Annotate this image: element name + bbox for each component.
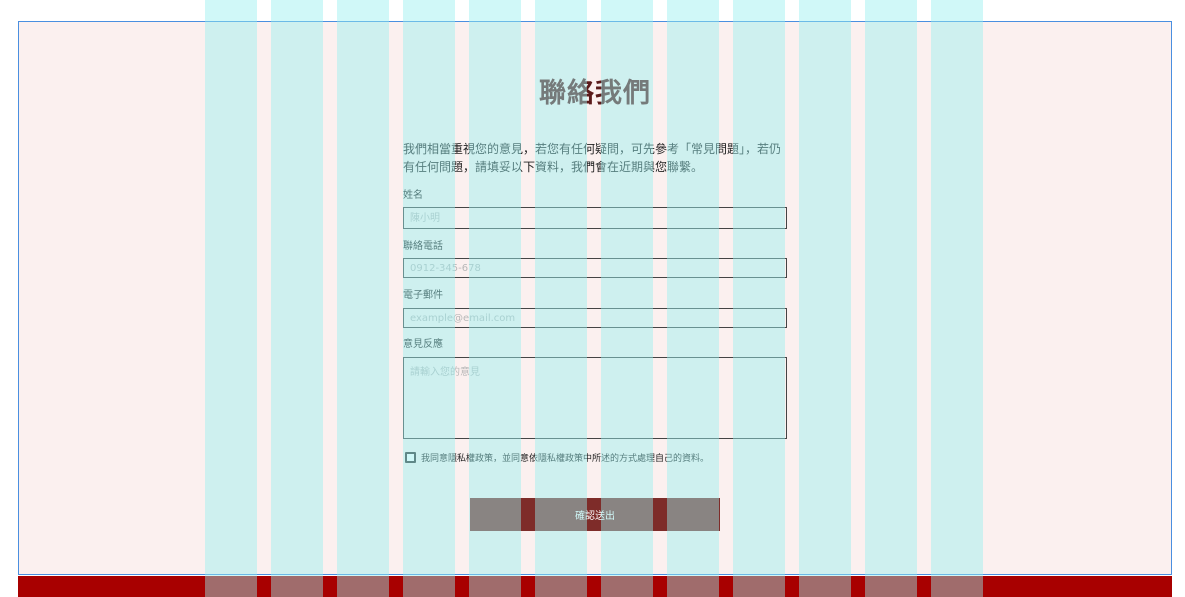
consent-text: 我同意隱私權政策，並同意依隱私權政策中所述的方式處理自己的資料。: [421, 453, 710, 464]
phone-label: 聯絡電話: [403, 241, 443, 252]
email-label: 電子郵件: [403, 290, 443, 301]
phone-input[interactable]: [403, 258, 787, 278]
feedback-textarea[interactable]: [403, 357, 787, 439]
checkbox-icon[interactable]: [405, 451, 416, 463]
name-input[interactable]: [403, 207, 787, 229]
page-title: 聯絡我們: [539, 78, 651, 109]
submit-button[interactable]: 確認送出: [470, 498, 720, 531]
contact-section: 聯絡我們 我們相當重視您的意見，若您有任何疑問，可先參考「常見問題」，若仍有任何…: [403, 21, 787, 531]
email-input[interactable]: [403, 308, 787, 328]
name-label: 姓名: [403, 190, 423, 201]
consent-row[interactable]: 我同意隱私權政策，並同意依隱私權政策中所述的方式處理自己的資料。: [403, 451, 787, 464]
intro-text: 我們相當重視您的意見，若您有任何疑問，可先參考「常見問題」，若仍有任何問題，請填…: [403, 142, 782, 174]
footer-bar: [18, 576, 1172, 597]
feedback-label: 意見反應: [403, 339, 443, 350]
contact-form: 姓名 聯絡電話 電子郵件 意見反應 我同意隱私權政策，並同意依隱私權政策中所述的…: [403, 190, 787, 531]
